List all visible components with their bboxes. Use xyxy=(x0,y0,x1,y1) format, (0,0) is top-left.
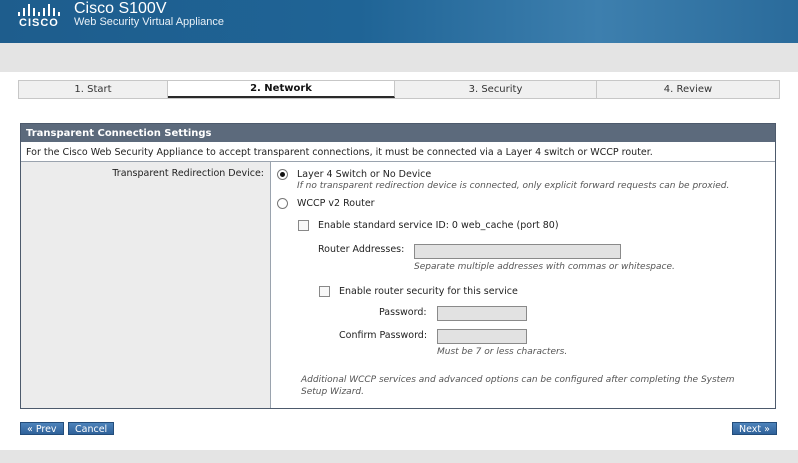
cisco-logo: CISCO xyxy=(18,4,66,34)
router-security-label: Enable router security for this service xyxy=(339,286,518,297)
router-addresses-hint: Separate multiple addresses with commas … xyxy=(414,262,675,272)
password-length-hint: Must be 7 or less characters. xyxy=(437,347,568,357)
footer-note-line1: Additional WCCP services and advanced op… xyxy=(301,375,735,385)
panel-description: For the Cisco Web Security Appliance to … xyxy=(21,142,775,162)
confirm-password-label: Confirm Password: xyxy=(339,330,428,341)
next-button[interactable]: Next » xyxy=(732,422,777,435)
tab-start[interactable]: 1. Start xyxy=(19,81,168,98)
tab-network[interactable]: 2. Network xyxy=(168,81,395,98)
prev-button[interactable]: « Prev xyxy=(20,422,64,435)
options-column: Layer 4 Switch or No Device If no transp… xyxy=(271,162,775,408)
password-input[interactable] xyxy=(437,306,527,321)
transparent-settings-panel: Transparent Connection Settings For the … xyxy=(20,123,776,409)
panel-body: Transparent Redirection Device: Layer 4 … xyxy=(21,162,775,408)
wizard-steps: 1. Start 2. Network 3. Security 4. Revie… xyxy=(18,80,780,99)
tab-security[interactable]: 3. Security xyxy=(395,81,597,98)
wccp-radio[interactable] xyxy=(277,198,288,209)
router-addresses-label: Router Addresses: xyxy=(318,244,405,255)
standard-service-label: Enable standard service ID: 0 web_cache … xyxy=(318,220,559,231)
confirm-password-input[interactable] xyxy=(437,329,527,344)
layer4-hint: If no transparent redirection device is … xyxy=(297,181,730,191)
label-column: Transparent Redirection Device: xyxy=(21,162,271,408)
main-content: 1. Start 2. Network 3. Security 4. Revie… xyxy=(0,72,798,450)
tab-review[interactable]: 4. Review xyxy=(597,81,779,98)
layer4-radio[interactable] xyxy=(277,169,288,180)
router-security-checkbox[interactable] xyxy=(319,286,330,297)
cancel-button[interactable]: Cancel xyxy=(68,422,115,435)
cisco-bars-icon xyxy=(18,4,66,16)
panel-title: Transparent Connection Settings xyxy=(21,124,775,142)
app-header: CISCO Cisco S100V Web Security Virtual A… xyxy=(0,0,798,43)
layer4-label: Layer 4 Switch or No Device xyxy=(297,169,432,180)
router-addresses-input[interactable] xyxy=(414,244,621,259)
standard-service-checkbox[interactable] xyxy=(298,220,309,231)
footer-note-line2: Setup Wizard. xyxy=(301,387,364,397)
cisco-wordmark: CISCO xyxy=(19,17,59,29)
page-footer-strip xyxy=(0,450,798,463)
product-subtitle: Web Security Virtual Appliance xyxy=(74,16,225,28)
password-label: Password: xyxy=(379,307,427,318)
redirection-device-label: Transparent Redirection Device: xyxy=(112,168,264,179)
wccp-label: WCCP v2 Router xyxy=(297,198,375,209)
